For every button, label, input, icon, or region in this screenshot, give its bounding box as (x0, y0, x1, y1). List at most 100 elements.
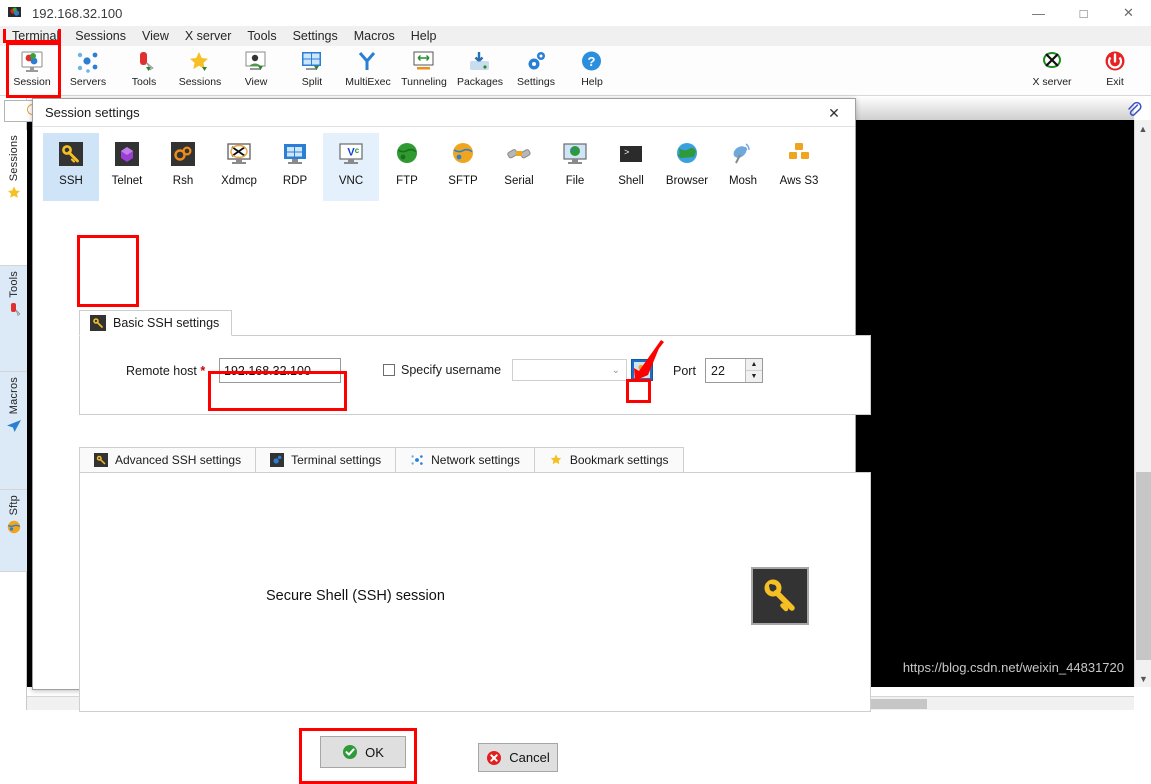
session-type-mosh[interactable]: Mosh (715, 133, 771, 201)
ftp-icon (392, 139, 422, 169)
session-type-sftp-label: SFTP (448, 175, 478, 187)
session-type-file[interactable]: File (547, 133, 603, 201)
toolbar-exit-button[interactable]: Exit (1087, 46, 1143, 96)
paperclip-icon[interactable] (1125, 100, 1143, 118)
toolbar-sessions-label: Sessions (178, 76, 222, 88)
toolbar-session-button[interactable]: Session (4, 46, 60, 96)
tab-bookmark-settings[interactable]: Bookmark settings (533, 447, 684, 472)
toolbar-tunneling-button[interactable]: Tunneling (396, 46, 452, 96)
toolbar-sessions-button[interactable]: Sessions (172, 46, 228, 96)
session-type-ssh[interactable]: SSH (43, 133, 99, 201)
annotation-arrow-icon (634, 340, 664, 381)
port-value: 22 (711, 363, 725, 378)
xdmcp-icon (224, 139, 254, 169)
tab-terminal-settings[interactable]: Terminal settings (255, 447, 397, 472)
toolbar-session-label: Session (13, 76, 51, 88)
maximize-button[interactable]: □ (1061, 0, 1106, 26)
session-type-shell-label: Shell (618, 175, 644, 187)
dialog-close-button[interactable]: ✕ (813, 99, 855, 127)
menu-view[interactable]: View (134, 27, 177, 45)
sidebar-item-tools[interactable]: Tools (0, 266, 27, 372)
vnc-icon: V c (336, 139, 366, 169)
session-type-sftp[interactable]: SFTP (435, 133, 491, 201)
telnet-icon (112, 139, 142, 169)
toolbar-view-button[interactable]: View (228, 46, 284, 96)
sidebar-tools-label: Tools (7, 271, 20, 298)
scrollbar-thumb[interactable] (1136, 472, 1151, 660)
window-titlebar: 192.168.32.100 — □ ✕ (0, 0, 1151, 26)
rsh-icon (168, 139, 198, 169)
svg-text:c: c (355, 146, 360, 155)
session-type-telnet-label: Telnet (111, 175, 143, 187)
toolbar-multiexec-button[interactable]: MultiExec (340, 46, 396, 96)
session-type-rdp[interactable]: RDP (267, 133, 323, 201)
menu-settings[interactable]: Settings (285, 27, 346, 45)
toolbar-view-label: View (244, 76, 268, 88)
remote-host-input[interactable]: 192.168.32.100 (219, 358, 341, 383)
sidebar-sftp-label: Sftp (7, 495, 20, 516)
menubar: Terminal Sessions View X server Tools Se… (0, 26, 1151, 46)
toolbar-help-button[interactable]: ? Help (564, 46, 620, 96)
tab-network-settings[interactable]: Network settings (395, 447, 535, 472)
session-type-vnc[interactable]: V c VNC (323, 133, 379, 201)
close-button[interactable]: ✕ (1106, 0, 1151, 26)
menu-help[interactable]: Help (403, 27, 445, 45)
sidebar-item-sessions[interactable]: Sessions (0, 130, 27, 266)
session-type-aws-s3[interactable]: Aws S3 (771, 133, 827, 201)
ok-button[interactable]: OK (320, 736, 406, 768)
sidebar-item-macros[interactable]: Macros (0, 372, 27, 490)
left-sidebar: « Sessions Tools Macros (0, 96, 27, 710)
help-icon: ? (579, 49, 605, 75)
scroll-up-arrow[interactable]: ▲ (1135, 120, 1151, 137)
menu-x-server[interactable]: X server (177, 27, 240, 45)
cancel-button[interactable]: Cancel (478, 743, 558, 772)
svg-text:>: > (624, 148, 629, 158)
toolbar-settings-button[interactable]: Settings (508, 46, 564, 96)
menu-macros[interactable]: Macros (346, 27, 403, 45)
toolbar-x-server-button[interactable]: X server (1017, 46, 1087, 96)
menu-terminal[interactable]: Terminal (4, 27, 67, 45)
session-type-xdmcp-label: Xdmcp (221, 175, 257, 187)
session-type-xdmcp[interactable]: Xdmcp (211, 133, 267, 201)
port-stepper[interactable]: ▲ ▼ (745, 359, 762, 382)
session-type-ftp[interactable]: FTP (379, 133, 435, 201)
menu-tools[interactable]: Tools (239, 27, 284, 45)
session-type-rdp-label: RDP (282, 175, 308, 187)
remote-host-value: 192.168.32.100 (224, 363, 311, 378)
network-icon (410, 453, 424, 467)
toolbar-split-button[interactable]: Split (284, 46, 340, 96)
menu-sessions[interactable]: Sessions (67, 27, 134, 45)
toolbar-servers-button[interactable]: Servers (60, 46, 116, 96)
session-type-telnet[interactable]: Telnet (99, 133, 155, 201)
settings-gear-icon (523, 49, 549, 75)
toolbar-multiexec-label: MultiExec (345, 76, 391, 88)
specify-username-checkbox[interactable]: Specify username (383, 363, 501, 377)
sessions-star-icon (187, 49, 213, 75)
basic-ssh-settings-label: Basic SSH settings (113, 316, 220, 330)
port-spin-down[interactable]: ▼ (746, 370, 762, 382)
chevron-down-icon: ⌄ (611, 364, 620, 376)
basic-ssh-settings-tab[interactable]: Basic SSH settings (79, 310, 233, 336)
session-type-serial[interactable]: Serial (491, 133, 547, 201)
cancel-button-label: Cancel (509, 750, 550, 765)
session-type-browser[interactable]: Browser (659, 133, 715, 201)
scroll-down-arrow[interactable]: ▼ (1135, 670, 1151, 687)
username-combobox[interactable]: ⌄ (512, 359, 627, 381)
session-type-rsh[interactable]: Rsh (155, 133, 211, 201)
red-x-icon (486, 750, 502, 766)
minimize-button[interactable]: — (1016, 0, 1061, 26)
toolbar-tools-button[interactable]: Tools (116, 46, 172, 96)
toolbar-packages-button[interactable]: Packages (452, 46, 508, 96)
port-input[interactable]: 22 ▲ ▼ (705, 358, 763, 383)
dialog-title: Session settings (45, 105, 140, 120)
sidebar-item-sftp[interactable]: Sftp (0, 490, 27, 572)
port-spin-up[interactable]: ▲ (746, 359, 762, 371)
vertical-scrollbar[interactable]: ▲ ▼ (1134, 120, 1151, 687)
settings-tabs: Advanced SSH settings Terminal settings (79, 447, 871, 472)
svg-text:?: ? (588, 54, 596, 69)
terminal-settings-icon (270, 453, 285, 467)
tab-advanced-ssh-settings[interactable]: Advanced SSH settings (79, 447, 257, 472)
rdp-icon (280, 139, 310, 169)
session-type-shell[interactable]: > Shell (603, 133, 659, 201)
toolbar-packages-label: Packages (456, 76, 504, 88)
